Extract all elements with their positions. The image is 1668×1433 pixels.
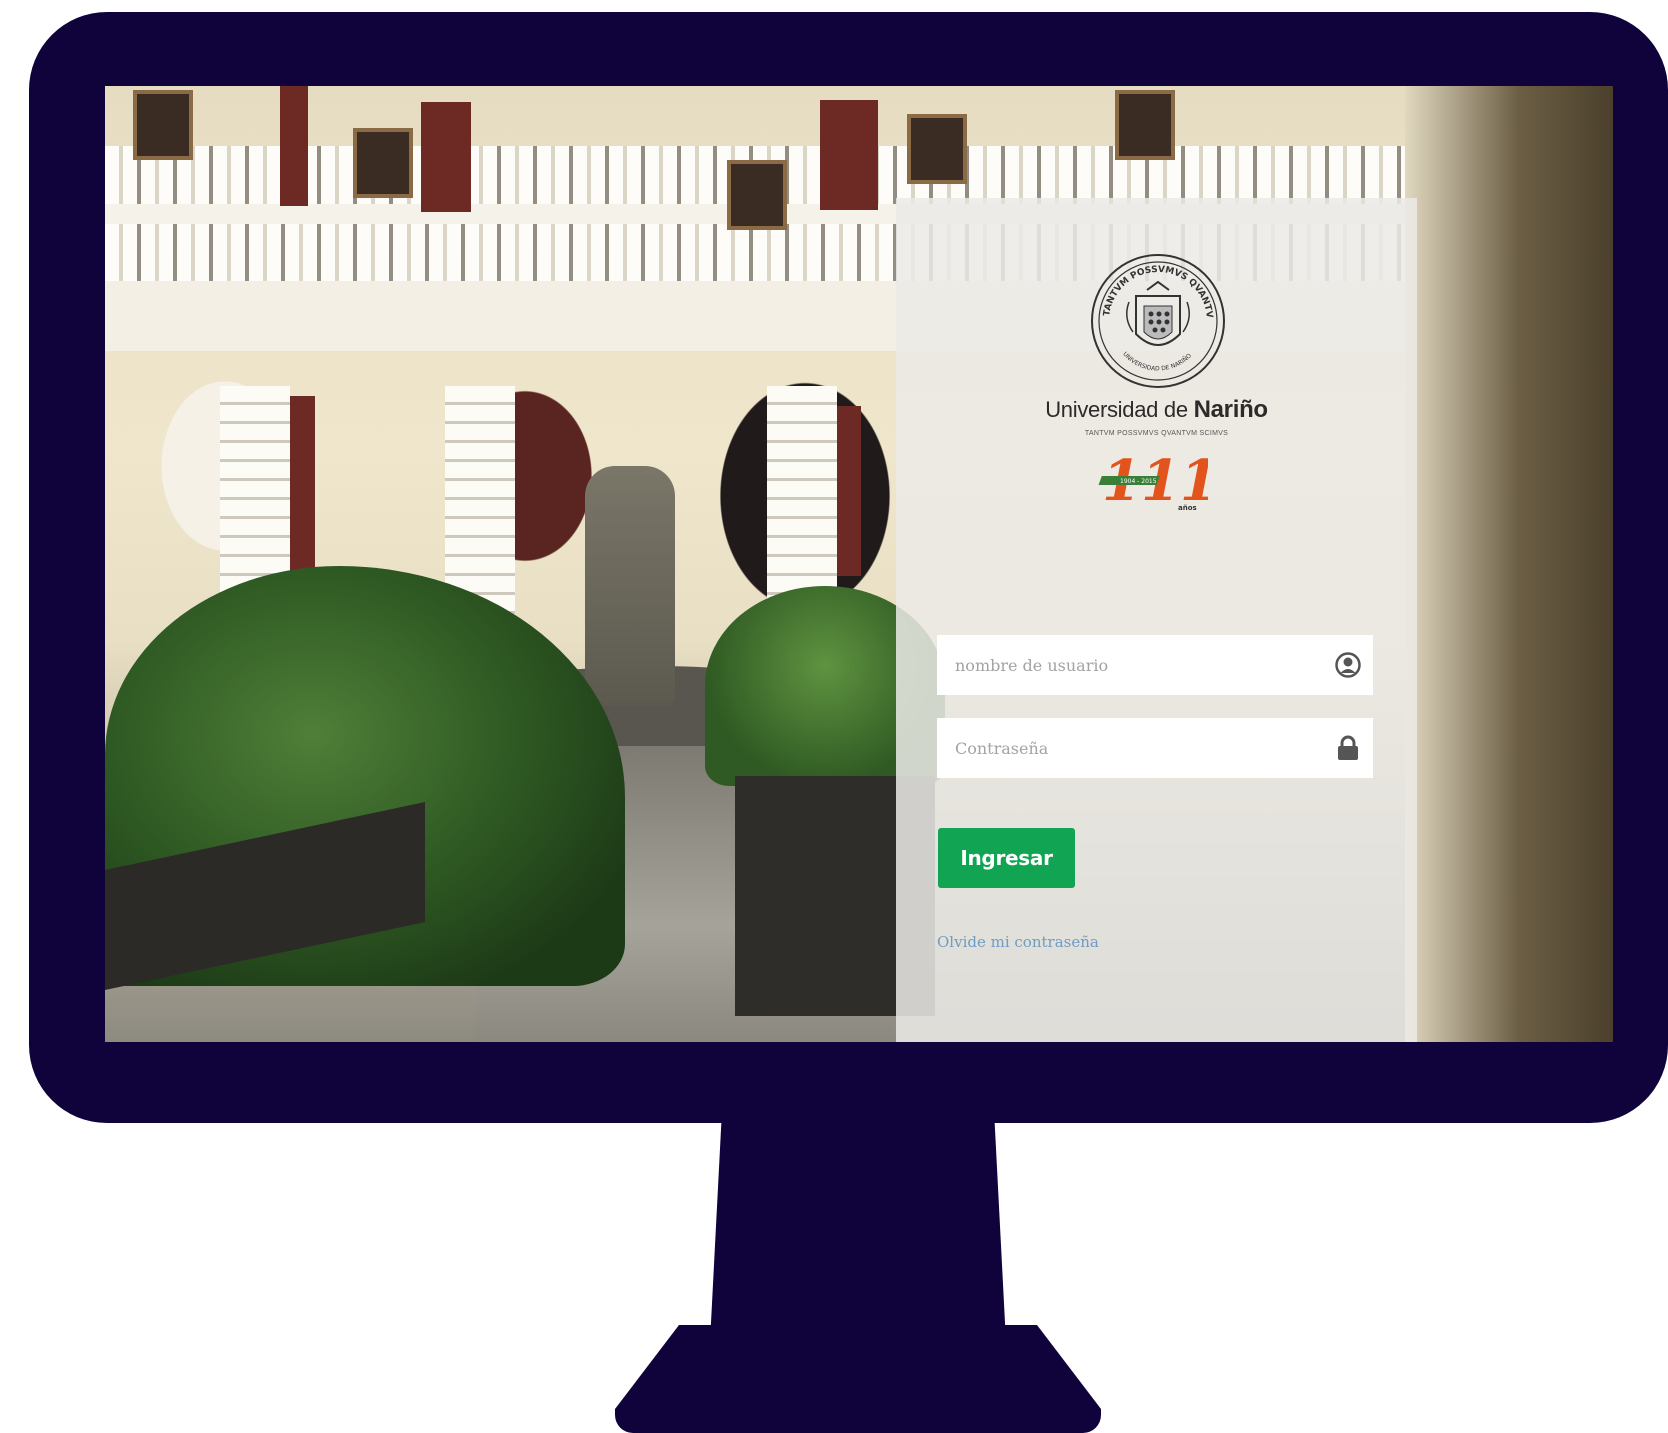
user-circle-icon bbox=[1335, 652, 1361, 678]
forgot-password-link[interactable]: Olvide mi contraseña bbox=[937, 933, 1099, 951]
lock-icon bbox=[1338, 735, 1358, 760]
login-panel: TANTVM POSSVMVS QVANTVM SCIMVS UNIVERSID… bbox=[896, 198, 1417, 1042]
monitor-stand-base bbox=[615, 1325, 1101, 1433]
svg-text:UNIVERSIDAD DE NARIÑO: UNIVERSIDAD DE NARIÑO bbox=[1121, 351, 1193, 373]
svg-text:años: años bbox=[1178, 504, 1197, 512]
login-screen: TANTVM POSSVMVS QVANTVM SCIMVS UNIVERSID… bbox=[105, 86, 1613, 1042]
university-name: Universidad de Nariño bbox=[1045, 396, 1268, 423]
username-input[interactable] bbox=[937, 635, 1317, 695]
anniversary-logo: 111 1904 - 2015 años bbox=[1098, 448, 1208, 514]
svg-text:1904 - 2015: 1904 - 2015 bbox=[1120, 478, 1157, 485]
monitor-stand-neck bbox=[710, 1110, 1006, 1342]
university-motto: TANTVM POSSVMVS QVANTVM SCIMVS bbox=[1084, 430, 1229, 437]
login-button[interactable]: Ingresar bbox=[938, 828, 1075, 888]
password-input[interactable] bbox=[937, 718, 1317, 778]
university-seal-logo: TANTVM POSSVMVS QVANTVM SCIMVS UNIVERSID… bbox=[1089, 252, 1225, 388]
password-field[interactable] bbox=[937, 718, 1373, 778]
username-field[interactable] bbox=[937, 635, 1373, 695]
